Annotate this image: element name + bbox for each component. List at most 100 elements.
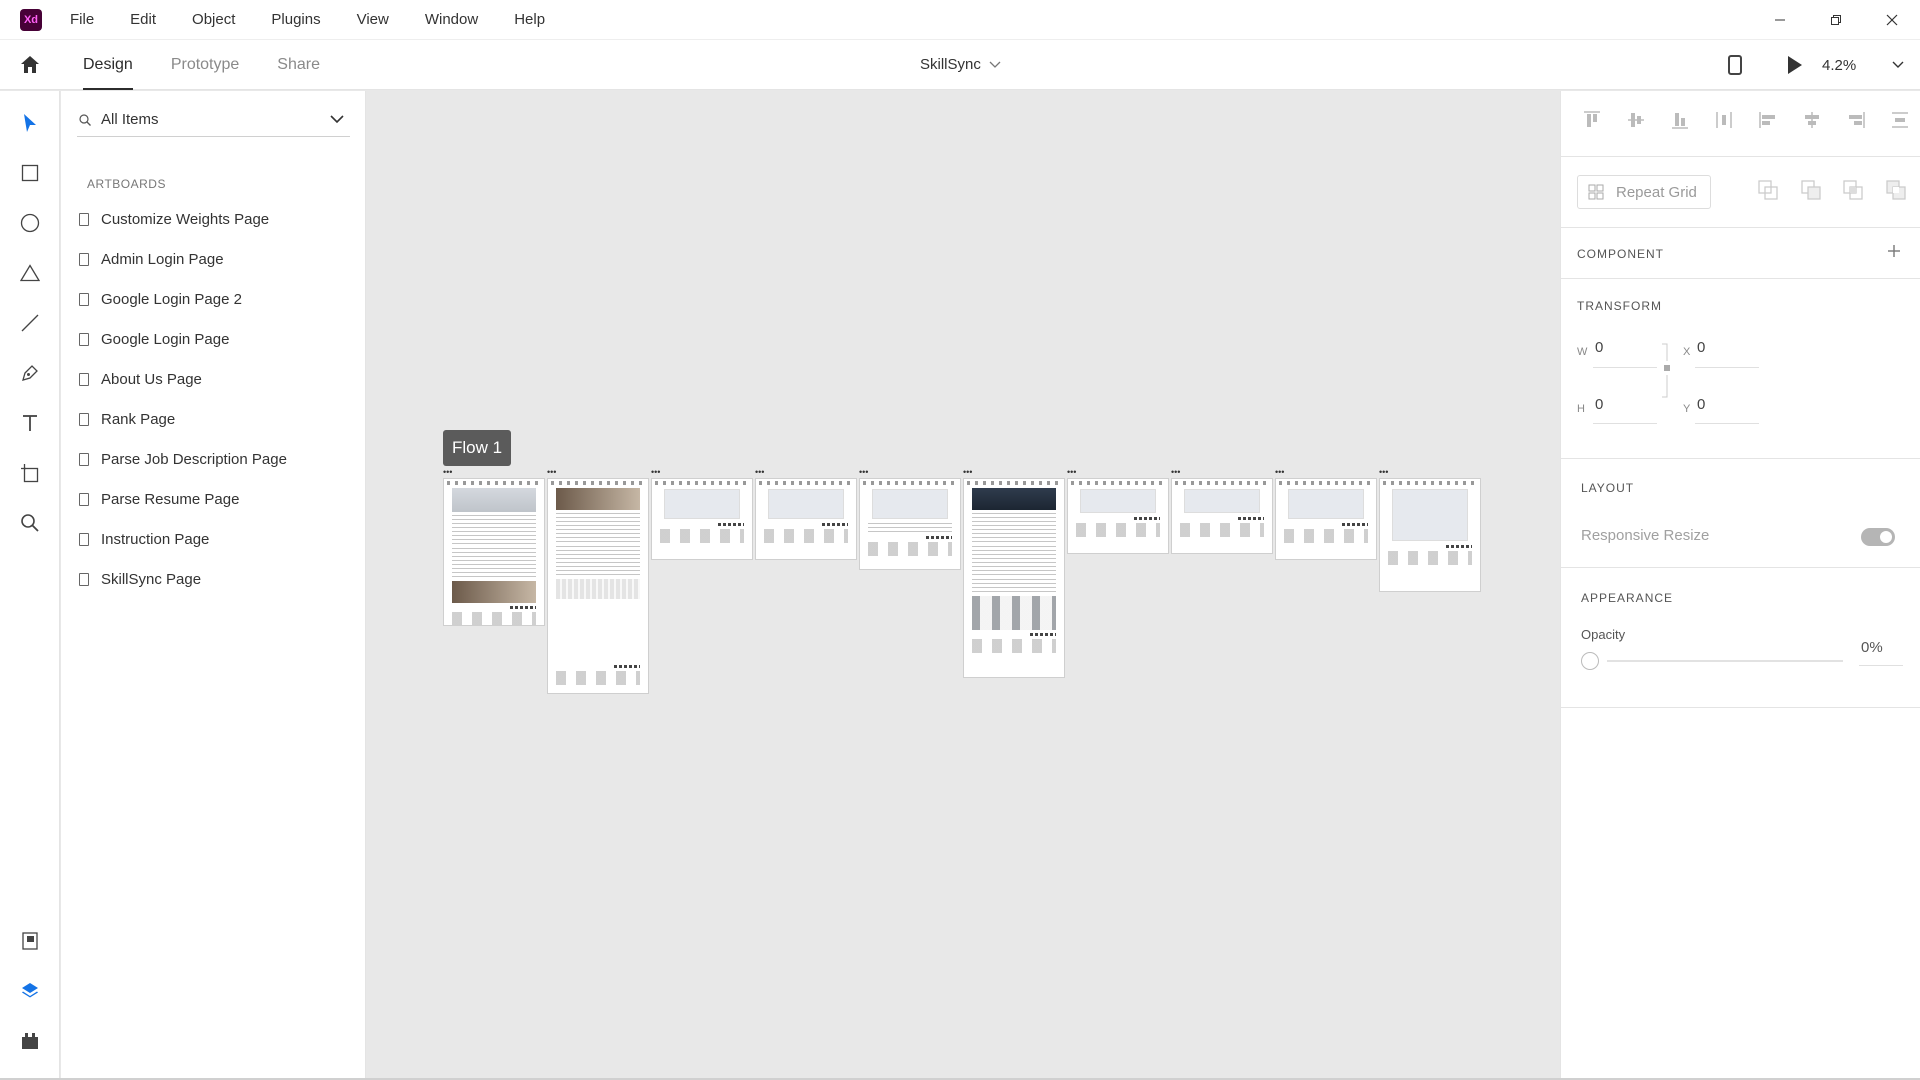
artboard-thumbnail[interactable] [1275,478,1377,560]
zoom-chevron-icon[interactable] [1892,61,1904,69]
play-icon[interactable] [1788,56,1802,74]
align-center-button[interactable] [1801,109,1823,131]
artboard-thumbnail[interactable] [1171,478,1273,554]
subtract-shapes-icon[interactable] [1800,179,1822,201]
artboard-item[interactable]: Rank Page [79,399,359,439]
artboard-thumbnail[interactable] [755,478,857,560]
responsive-resize-toggle[interactable] [1861,528,1895,546]
artboard-dots[interactable]: ••• [1379,468,1388,477]
align-top-button[interactable] [1581,109,1603,131]
align-left-button[interactable] [1757,109,1779,131]
plugins-panel-button[interactable] [18,1029,42,1053]
artboard-thumbnail[interactable] [651,478,753,560]
height-label: H [1577,403,1585,415]
artboard-thumbnail[interactable] [859,478,961,570]
artboard-item[interactable]: Admin Login Page [79,239,359,279]
intersect-shapes-icon[interactable] [1842,179,1864,201]
minimize-button[interactable] [1752,0,1808,40]
artboard-dots[interactable]: ••• [1171,468,1180,477]
artboard-thumbnail[interactable] [1379,478,1481,592]
select-tool[interactable] [18,111,42,135]
zoom-level[interactable]: 4.2% [1822,57,1892,74]
tab-prototype[interactable]: Prototype [171,40,239,90]
artboard-item[interactable]: Google Login Page [79,319,359,359]
opacity-field[interactable]: 0% [1861,639,1883,656]
height-field[interactable]: 0 [1595,396,1603,413]
artboard-item[interactable]: About Us Page [79,359,359,399]
line-tool[interactable] [18,311,42,335]
artboard-item[interactable]: Google Login Page 2 [79,279,359,319]
artboard-item[interactable]: Instruction Page [79,519,359,559]
artboard-dots[interactable]: ••• [963,468,972,477]
assets-panel-button[interactable] [18,929,42,953]
menu-list: File Edit Object Plugins View Window Hel… [70,11,581,28]
opacity-slider[interactable] [1607,660,1843,662]
transform-heading: TRANSFORM [1577,299,1662,313]
grid-icon [1588,184,1604,200]
artboard-icon [79,492,89,506]
lock-aspect-icon[interactable] [1661,343,1673,399]
artboard-thumbnail[interactable] [547,478,649,694]
menu-edit[interactable]: Edit [130,11,156,28]
search-icon [79,113,91,126]
plus-icon [1888,245,1900,257]
artboard-thumbnail[interactable] [443,478,545,626]
artboard-thumbnail[interactable] [963,478,1065,678]
artboard-dots[interactable]: ••• [547,468,556,477]
home-button[interactable] [18,53,42,77]
width-field[interactable]: 0 [1595,339,1603,356]
menu-file[interactable]: File [70,11,94,28]
menu-window[interactable]: Window [425,11,478,28]
artboard-tool[interactable] [18,461,42,485]
layers-filter[interactable]: All Items [77,103,350,137]
tab-design[interactable]: Design [83,40,133,90]
menu-object[interactable]: Object [192,11,235,28]
artboard-dots[interactable]: ••• [443,468,452,477]
y-field[interactable]: 0 [1697,396,1705,413]
artboard-item[interactable]: SkillSync Page [79,559,359,599]
align-bottom-button[interactable] [1669,109,1691,131]
opacity-slider-thumb[interactable] [1581,652,1599,670]
artboard-dots[interactable]: ••• [755,468,764,477]
text-tool[interactable] [18,411,42,435]
artboard-thumbnail[interactable] [1067,478,1169,554]
distribute-horizontal-button[interactable] [1889,109,1911,131]
document-title-menu[interactable]: SkillSync [920,40,1001,90]
flow-start-label[interactable]: Flow 1 [443,430,512,466]
layers-panel-button[interactable] [18,979,42,1003]
tab-share[interactable]: Share [277,40,320,90]
property-inspector: Repeat Grid COMPONENT TRANSFORM W 0 X 0 … [1560,91,1920,1080]
polygon-tool[interactable] [18,261,42,285]
design-canvas[interactable]: Flow 1 ••• ••• ••• ••• ••• ••• ••• ••• •… [366,91,1560,1080]
divider [1561,278,1920,279]
repeat-grid-button[interactable]: Repeat Grid [1577,175,1711,209]
plugins-icon [22,1033,38,1049]
align-top-icon [1584,111,1600,127]
align-bottom-icon [1672,113,1688,129]
rectangle-tool[interactable] [18,161,42,185]
menu-view[interactable]: View [357,11,389,28]
add-component-button[interactable] [1887,241,1901,264]
artboard-item[interactable]: Parse Job Description Page [79,439,359,479]
x-field[interactable]: 0 [1697,339,1705,356]
artboard-item[interactable]: Customize Weights Page [79,199,359,239]
align-right-button[interactable] [1845,109,1867,131]
restore-icon [1831,15,1841,25]
pen-tool[interactable] [18,361,42,385]
menu-plugins[interactable]: Plugins [271,11,320,28]
artboard-dots[interactable]: ••• [1067,468,1076,477]
close-button[interactable] [1864,0,1920,40]
artboard-dots[interactable]: ••• [651,468,660,477]
align-middle-button[interactable] [1625,109,1647,131]
ellipse-tool[interactable] [18,211,42,235]
restore-button[interactable] [1808,0,1864,40]
menu-help[interactable]: Help [514,11,545,28]
device-preview-icon[interactable] [1728,55,1742,75]
artboard-dots[interactable]: ••• [859,468,868,477]
add-shapes-icon[interactable] [1757,179,1779,201]
zoom-tool[interactable] [18,511,42,535]
distribute-vertical-button[interactable] [1713,109,1735,131]
artboard-item[interactable]: Parse Resume Page [79,479,359,519]
exclude-overlap-icon[interactable] [1885,179,1907,201]
artboard-dots[interactable]: ••• [1275,468,1284,477]
